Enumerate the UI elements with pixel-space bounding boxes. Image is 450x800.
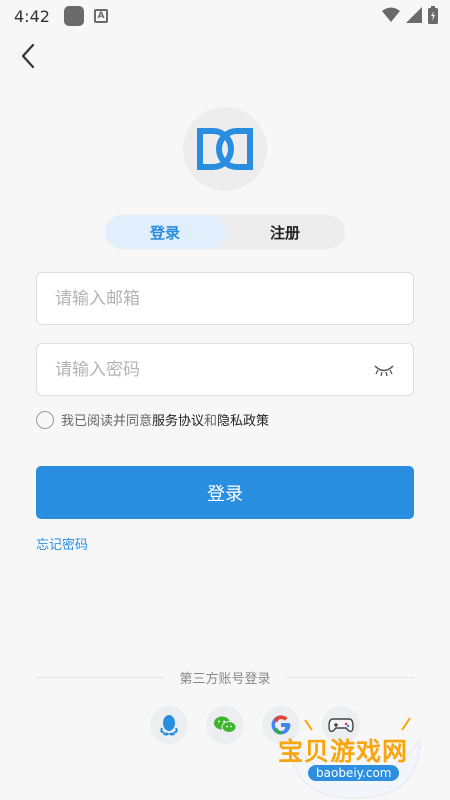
email-input[interactable] [37,273,413,324]
battery-icon [428,6,438,24]
tab-login[interactable]: 登录 [105,215,225,249]
agreement-row: 我已阅读并同意 服务协议 和 隐私政策 [36,410,269,429]
watermark-text: 宝贝游戏网 [278,737,409,766]
watermark-url: baobeiy.com [308,765,400,781]
qq-login-button[interactable] [150,706,188,744]
agreement-checkbox[interactable] [36,410,54,429]
status-right [382,6,438,24]
logo-icon [197,128,253,170]
divider-line-left [36,676,164,678]
qq-icon [160,715,178,736]
app-logo [183,107,267,191]
signal-icon [406,7,422,23]
login-button[interactable]: 登录 [36,466,414,519]
back-arrow-icon [21,43,35,69]
third-party-label: 第三方账号登录 [179,671,271,687]
notification-icon [63,6,84,26]
email-field-container [36,272,414,325]
app-icon: A [93,9,108,23]
eye-closed-icon[interactable] [373,361,395,379]
agreement-prefix: 我已阅读并同意 [61,414,153,429]
tab-register[interactable]: 注册 [225,215,345,249]
status-bar: 4:42 A [0,0,450,32]
divider-line-right [286,676,415,678]
watermark-logo: 宝贝游戏网 baobeiy.com [270,700,440,800]
wechat-icon [214,716,237,733]
service-agreement-link[interactable]: 服务协议 [152,410,204,429]
wechat-login-button[interactable] [206,706,244,744]
password-field-container [36,343,414,396]
privacy-policy-link[interactable]: 隐私政策 [217,410,269,429]
wifi-icon [382,7,400,22]
status-time: 4:42 [14,6,50,26]
login-register-tabs: 登录 注册 [105,215,345,249]
forgot-password-link[interactable]: 忘记密码 [36,534,88,553]
third-party-divider: 第三方账号登录 [36,668,415,687]
back-button[interactable] [14,40,44,72]
password-input[interactable] [37,344,413,395]
agreement-and: 和 [204,414,218,429]
